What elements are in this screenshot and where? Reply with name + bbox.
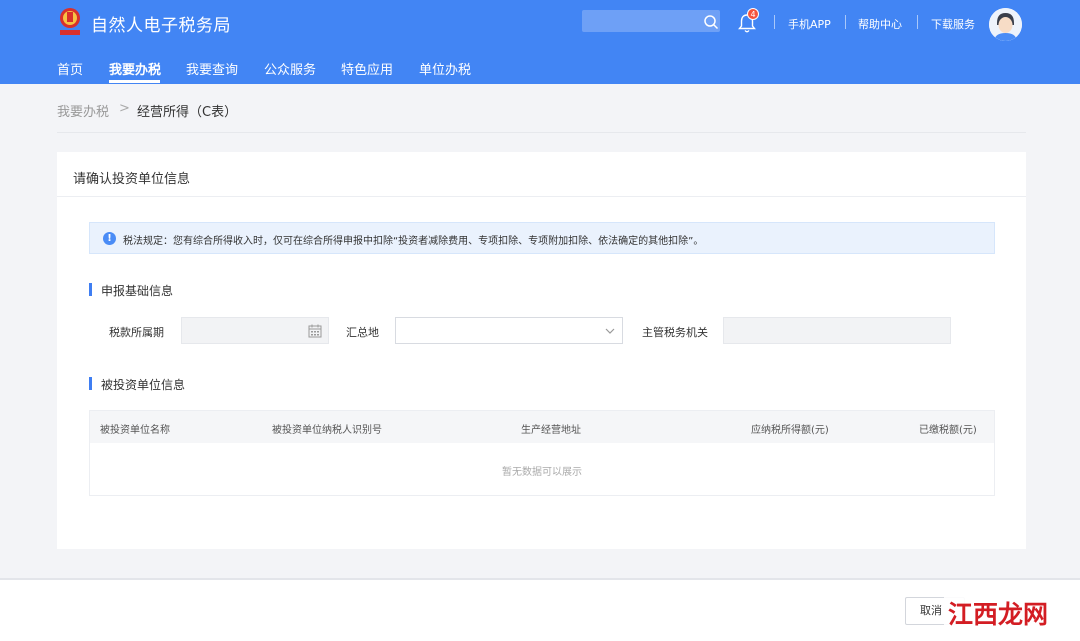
- table-empty-text: 暂无数据可以展示: [502, 467, 582, 478]
- breadcrumb-parent[interactable]: 我要办税: [57, 101, 109, 120]
- summary-location-label: 汇总地: [346, 326, 379, 339]
- period-label: 税款所属期: [109, 326, 164, 339]
- breadcrumb-current: 经营所得（C表）: [137, 105, 238, 120]
- section-title-basic: 申报基础信息: [89, 282, 173, 299]
- watermark-text: 江西龙网: [948, 600, 1049, 629]
- nav-featured-apps[interactable]: 特色应用: [341, 59, 393, 78]
- help-center-link[interactable]: 帮助中心: [858, 16, 902, 32]
- section-title-invested: 被投资单位信息: [89, 376, 185, 393]
- column-header: 生产经营地址: [521, 425, 581, 436]
- column-header: 应纳税所得额(元): [751, 425, 829, 436]
- watermark: 江西龙网: [944, 594, 1049, 629]
- active-tab-indicator: [109, 80, 160, 83]
- search-input[interactable]: [582, 10, 720, 32]
- site-title[interactable]: 自然人电子税务局: [91, 11, 231, 36]
- divider: [57, 132, 1026, 133]
- tax-authority-input[interactable]: [723, 317, 951, 344]
- nav-public-service[interactable]: 公众服务: [264, 59, 316, 78]
- nav-query[interactable]: 我要查询: [186, 59, 238, 78]
- mobile-app-link[interactable]: 手机APP: [788, 16, 831, 32]
- divider: [845, 15, 846, 29]
- tax-authority-label: 主管税务机关: [642, 326, 708, 339]
- invested-units-table: 被投资单位名称 被投资单位纳税人识别号 生产经营地址 应纳税所得额(元) 已缴税…: [89, 410, 995, 496]
- confirm-investment-card: 请确认投资单位信息 ! 税法规定：您有综合所得收入时，仅可在综合所得申报中扣除“…: [57, 152, 1026, 549]
- divider: [774, 15, 775, 29]
- card-title: 请确认投资单位信息: [73, 172, 191, 187]
- divider: [917, 15, 918, 29]
- download-service-link[interactable]: 下载服务: [931, 16, 975, 32]
- nav-tax-handling[interactable]: 我要办税: [109, 59, 161, 78]
- info-icon: !: [103, 232, 116, 245]
- summary-location-select[interactable]: [395, 317, 623, 344]
- period-date-input[interactable]: [181, 317, 329, 344]
- tax-emblem-icon: [60, 8, 80, 35]
- column-header: 被投资单位名称: [100, 425, 170, 436]
- tax-law-notice: ! 税法规定：您有综合所得收入时，仅可在综合所得申报中扣除“投资者减除费用、专项…: [89, 222, 995, 254]
- notice-text: 税法规定：您有综合所得收入时，仅可在综合所得申报中扣除“投资者减除费用、专项扣除…: [123, 236, 704, 247]
- avatar-icon: [989, 8, 1022, 41]
- breadcrumb-chevron-icon: >: [119, 101, 130, 116]
- search-icon[interactable]: [703, 14, 719, 30]
- nav-home[interactable]: 首页: [57, 59, 83, 78]
- column-header: 已缴税额(元): [919, 425, 977, 436]
- user-avatar[interactable]: [989, 8, 1022, 41]
- top-header: 自然人电子税务局 4 手机APP 帮助中心 下载服务 首页 我要办税 我要查询 …: [0, 0, 1080, 84]
- chevron-down-icon: [605, 328, 615, 334]
- table-header: 被投资单位名称 被投资单位纳税人识别号 生产经营地址 应纳税所得额(元) 已缴税…: [90, 411, 994, 443]
- nav-unit-tax[interactable]: 单位办税: [419, 59, 471, 78]
- notification-badge: 4: [747, 8, 759, 20]
- calendar-icon[interactable]: [308, 324, 322, 338]
- divider: [57, 196, 1026, 197]
- column-header: 被投资单位纳税人识别号: [272, 425, 382, 436]
